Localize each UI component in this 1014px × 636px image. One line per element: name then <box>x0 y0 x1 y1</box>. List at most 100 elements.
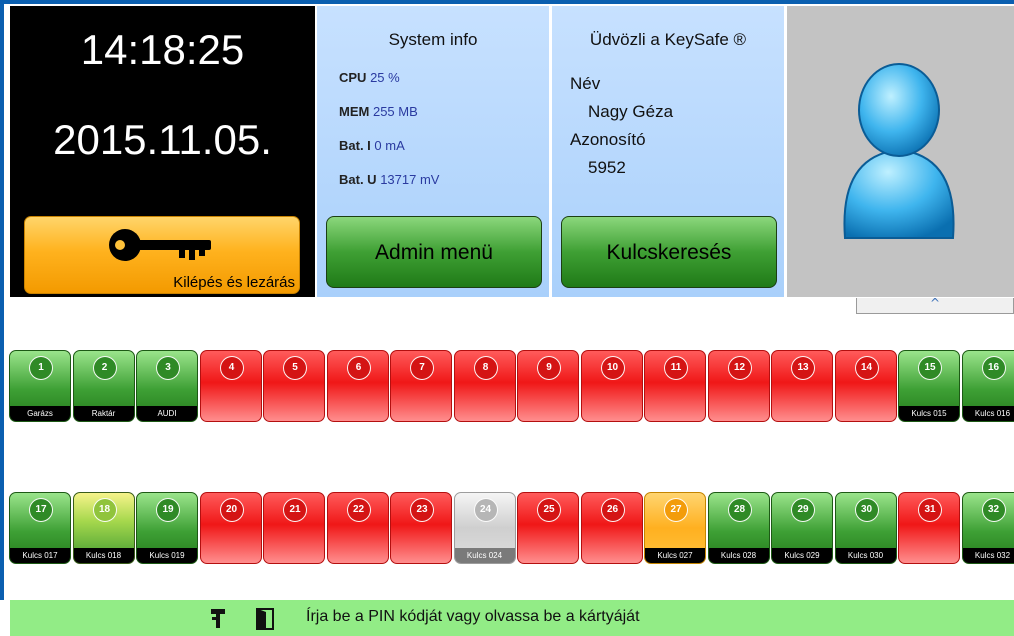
key-slot-label: Kulcs 015 <box>899 406 959 421</box>
key-slot-number: 24 <box>473 498 498 522</box>
key-slot-29[interactable]: 29 Kulcs 029 <box>771 492 833 564</box>
key-slot-number: 6 <box>346 356 371 380</box>
key-slot-number: 22 <box>346 498 371 522</box>
key-slot-number: 30 <box>854 498 879 522</box>
cpu-label: CPU <box>339 70 367 85</box>
key-slot-6[interactable]: 6 <box>326 350 389 422</box>
battery-current-value: 0 mA <box>374 138 405 153</box>
collapse-panel-button[interactable]: ^ <box>856 296 1014 314</box>
battery-voltage-label: Bat. U <box>339 172 377 187</box>
key-slot-8[interactable]: 8 <box>453 350 516 422</box>
key-slot-10[interactable]: 10 <box>580 350 643 422</box>
key-slot-number: 32 <box>981 498 1006 522</box>
user-id: 5952 <box>588 158 626 177</box>
key-slot-14[interactable]: 14 <box>834 350 897 422</box>
key-slot-number: 12 <box>727 356 752 380</box>
id-label: Azonosító <box>570 130 646 149</box>
key-row-2: 17 Kulcs 017 18 Kulcs 018 19 Kulcs 019 20 21 22 2… <box>9 492 1014 564</box>
battery-voltage-value: 13717 mV <box>380 172 440 187</box>
key-slot-27[interactable]: 27 Kulcs 027 <box>644 492 706 564</box>
key-slot-label: Kulcs 024 <box>454 548 515 563</box>
key-slot-number: 2 <box>92 356 117 380</box>
clock-panel: 14:18:25 2015.11.05. Kilépés és lezárás <box>10 6 315 297</box>
key-slot-4[interactable]: 4 <box>199 350 262 422</box>
name-label: Név <box>570 74 601 93</box>
clock-date: 2015.11.05. <box>53 116 272 163</box>
key-slot-25[interactable]: 25 <box>517 492 579 564</box>
key-slot-3[interactable]: 3 AUDI <box>136 350 198 422</box>
key-slot-17[interactable]: 17 Kulcs 017 <box>9 492 71 564</box>
key-slot-number: 27 <box>664 498 688 522</box>
key-slot-label: AUDI <box>137 406 197 421</box>
key-slot-number: 7 <box>410 356 434 380</box>
key-slot-5[interactable]: 5 <box>263 350 325 422</box>
key-slot-label: Raktár <box>73 406 134 421</box>
battery-current-row: Bat. I 0 mA <box>339 138 405 153</box>
key-slot-number: 14 <box>854 356 879 380</box>
status-message: Írja be a PIN kódját vagy olvassa be a k… <box>306 608 640 625</box>
battery-voltage-row: Bat. U 13717 mV <box>339 172 439 187</box>
key-search-label: Kulcskeresés <box>606 241 732 264</box>
key-slot-number: 26 <box>600 498 625 522</box>
key-slot-label: Kulcs 032 <box>962 548 1014 563</box>
key-slot-22[interactable]: 22 <box>326 492 389 564</box>
battery-current-label: Bat. I <box>339 138 371 153</box>
key-slot-9[interactable]: 9 <box>517 350 579 422</box>
key-slot-30[interactable]: 30 Kulcs 030 <box>834 492 897 564</box>
system-info-title: System info <box>388 30 478 49</box>
key-slot-18[interactable]: 18 Kulcs 018 <box>72 492 135 564</box>
admin-menu-button[interactable]: Admin menü <box>326 216 542 288</box>
door-icon <box>256 608 274 630</box>
key-tag-icon <box>211 609 225 628</box>
key-slot-number: 18 <box>92 498 117 522</box>
system-info-panel: System info CPU 25 % MEM 255 MB Bat. I 0… <box>317 6 549 297</box>
key-slot-12[interactable]: 12 <box>707 350 770 422</box>
key-slot-13[interactable]: 13 <box>771 350 833 422</box>
window-frame-top <box>0 0 1014 4</box>
key-slot-19[interactable]: 19 Kulcs 019 <box>136 492 198 564</box>
key-slot-number: 19 <box>156 498 180 522</box>
key-slot-21[interactable]: 21 <box>263 492 325 564</box>
chevron-up-icon: ^ <box>929 296 941 310</box>
key-slot-1[interactable]: 1 Garázs <box>9 350 71 422</box>
window-frame-left <box>0 0 4 600</box>
key-slot-2[interactable]: 2 Raktár <box>72 350 135 422</box>
cpu-value: 25 % <box>370 70 400 85</box>
key-slot-28[interactable]: 28 Kulcs 028 <box>707 492 770 564</box>
key-slot-number: 31 <box>918 498 942 522</box>
key-slot-20[interactable]: 20 <box>199 492 262 564</box>
exit-and-lock-button[interactable]: Kilépés és lezárás <box>24 216 300 294</box>
avatar-panel <box>787 6 1014 297</box>
key-slot-number: 8 <box>473 356 498 380</box>
key-slot-number: 16 <box>981 356 1006 380</box>
key-slot-15[interactable]: 15 Kulcs 015 <box>898 350 960 422</box>
key-slot-number: 10 <box>600 356 625 380</box>
key-slot-number: 25 <box>537 498 561 522</box>
key-slot-31[interactable]: 31 <box>898 492 960 564</box>
key-slot-label: Kulcs 017 <box>10 548 70 563</box>
clock-time: 14:18:25 <box>80 26 245 73</box>
key-slot-number: 11 <box>664 356 688 380</box>
key-slot-16[interactable]: 16 Kulcs 016 <box>961 350 1014 422</box>
exit-and-lock-label: Kilépés és lezárás <box>173 274 295 291</box>
key-search-button[interactable]: Kulcskeresés <box>561 216 777 288</box>
key-slot-number: 13 <box>791 356 815 380</box>
key-slot-23[interactable]: 23 <box>390 492 452 564</box>
key-slot-number: 15 <box>918 356 942 380</box>
key-slot-label: Kulcs 027 <box>645 548 705 563</box>
key-slot-label: Kulcs 028 <box>708 548 769 563</box>
key-slot-32[interactable]: 32 Kulcs 032 <box>961 492 1014 564</box>
key-slot-26[interactable]: 26 <box>580 492 643 564</box>
key-slot-number: 28 <box>727 498 752 522</box>
mem-row: MEM 255 MB <box>339 104 418 119</box>
key-row-1: 1 Garázs 2 Raktár 3 AUDI 4 5 6 7 8 9 10 11 12 13 14 15 Kul… <box>9 350 1014 422</box>
key-slot-11[interactable]: 11 <box>644 350 706 422</box>
key-slot-label: Kulcs 029 <box>772 548 832 563</box>
key-slot-24[interactable]: 24 Kulcs 024 <box>453 492 516 564</box>
mem-value: 255 MB <box>372 104 418 119</box>
keysafe-screen: 14:18:25 2015.11.05. Kilépés és lezárás … <box>0 0 1014 636</box>
admin-menu-label: Admin menü <box>375 241 493 264</box>
key-slot-number: 21 <box>283 498 307 522</box>
welcome-panel: Üdvözli a KeySafe ® Név Nagy Géza Azonos… <box>552 6 784 297</box>
key-slot-7[interactable]: 7 <box>390 350 452 422</box>
